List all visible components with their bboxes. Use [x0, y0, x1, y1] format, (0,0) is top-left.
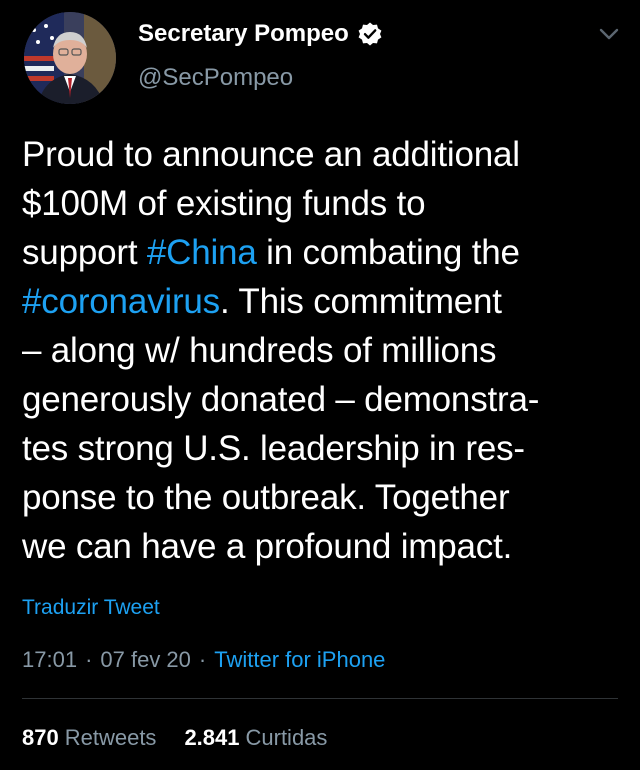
likes-count[interactable]: 2.841 — [184, 725, 239, 751]
tweet-line: – along w/ hundreds of millions — [22, 326, 622, 375]
tweet-time: 17:01 — [22, 647, 78, 672]
retweets-count[interactable]: 870 — [22, 725, 59, 751]
tweet-text-segment: support — [22, 233, 147, 272]
tweet-meta: 17:01 · 07 fev 20 · Twitter for iPhone — [22, 647, 385, 673]
avatar[interactable] — [24, 12, 116, 104]
tweet-line: we can have a profound impact. — [22, 522, 622, 571]
tweet-line: ponse to the outbreak. Together — [22, 473, 622, 522]
chevron-down-icon[interactable] — [596, 24, 622, 44]
tweet-text-segment: Proud to announce an additional — [22, 135, 520, 174]
tweet-text: Proud to announce an additional $100M of … — [22, 130, 622, 571]
hashtag-link[interactable]: #coronavirus — [22, 282, 220, 321]
tweet-line: $100M of existing funds to — [22, 179, 622, 228]
tweet-stats: 870 Retweets 2.841 Curtidas — [22, 725, 327, 751]
tweet-date[interactable]: 07 fev 20 — [100, 647, 191, 673]
retweets-label[interactable]: Retweets — [65, 725, 157, 751]
tweet-text-segment: – along w/ hundreds of millions — [22, 331, 497, 370]
display-name[interactable]: Secretary Pompeo — [138, 20, 349, 48]
meta-separator: · — [85, 647, 93, 672]
tweet-line: Proud to announce an additional — [22, 130, 622, 179]
likes-label[interactable]: Curtidas — [246, 725, 328, 751]
meta-separator: · — [198, 647, 207, 672]
verified-badge-icon — [357, 21, 383, 47]
tweet-text-segment: ponse to the outbreak. Together — [22, 478, 510, 517]
tweet-line: generously donated – demonstra- — [22, 375, 622, 424]
tweet-text-segment: we can have a profound impact. — [22, 527, 513, 566]
tweet-source-link[interactable]: Twitter for iPhone — [214, 647, 385, 673]
author-name-row[interactable]: Secretary Pompeo — [138, 20, 383, 48]
tweet-text-segment: in combating the — [256, 233, 520, 272]
divider — [22, 698, 618, 699]
tweet-text-segment: tes strong U.S. leadership in res- — [22, 429, 525, 468]
tweet-text-segment: . This commitment — [219, 282, 502, 321]
tweet-text-segment: generously donated – demonstra- — [22, 380, 540, 419]
tweet-text-segment: $100M of existing funds to — [22, 184, 426, 223]
tweet-line: #coronavirus. This commitment — [22, 277, 622, 326]
profile-photo — [24, 12, 116, 104]
translate-tweet-link[interactable]: Traduzir Tweet — [22, 596, 160, 620]
tweet-line: tes strong U.S. leadership in res- — [22, 424, 622, 473]
hashtag-link[interactable]: #China — [147, 233, 257, 272]
author-handle[interactable]: @SecPompeo — [138, 64, 293, 92]
tweet-line: support #China in combating the — [22, 228, 622, 277]
